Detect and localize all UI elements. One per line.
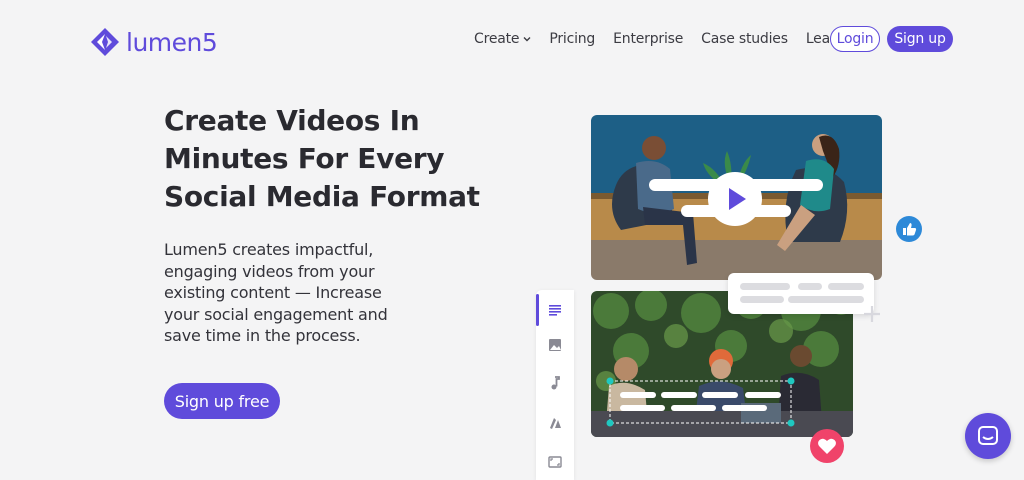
text-icon[interactable] bbox=[548, 303, 562, 317]
aspect-ratio-icon[interactable] bbox=[548, 455, 562, 469]
caption-card bbox=[728, 273, 874, 314]
style-icon[interactable] bbox=[548, 416, 562, 430]
hero-title: Create Videos In Minutes For Every Socia… bbox=[164, 104, 480, 213]
chat-launcher-button[interactable] bbox=[965, 413, 1011, 459]
heart-icon bbox=[810, 429, 844, 463]
nav-create-label: Create bbox=[474, 31, 520, 47]
chevron-down-icon bbox=[523, 37, 531, 42]
nav-case-studies[interactable]: Case studies bbox=[701, 31, 788, 47]
login-button[interactable]: Login bbox=[830, 26, 880, 52]
plus-icon bbox=[864, 306, 880, 322]
editor-toolbar bbox=[536, 290, 574, 480]
play-icon[interactable] bbox=[707, 171, 763, 227]
main-nav: Create Pricing Enterprise Case studies L… bbox=[474, 26, 862, 52]
active-tool-indicator bbox=[536, 294, 539, 326]
video-preview[interactable] bbox=[591, 115, 882, 280]
hero-description: Lumen5 creates impactful, engaging video… bbox=[164, 240, 388, 345]
brand-logo[interactable]: lumen5 bbox=[90, 27, 218, 57]
nav-pricing[interactable]: Pricing bbox=[549, 31, 595, 47]
signup-free-button[interactable]: Sign up free bbox=[164, 383, 280, 419]
image-icon[interactable] bbox=[548, 338, 562, 352]
brand-name: lumen5 bbox=[126, 27, 218, 57]
chat-icon bbox=[978, 426, 998, 445]
nav-enterprise[interactable]: Enterprise bbox=[613, 31, 683, 47]
lumen5-logo-icon bbox=[91, 28, 119, 56]
nav-create[interactable]: Create bbox=[474, 31, 531, 47]
music-icon[interactable] bbox=[548, 376, 562, 390]
signup-button[interactable]: Sign up bbox=[887, 26, 953, 52]
thumbs-up-icon bbox=[896, 216, 922, 242]
